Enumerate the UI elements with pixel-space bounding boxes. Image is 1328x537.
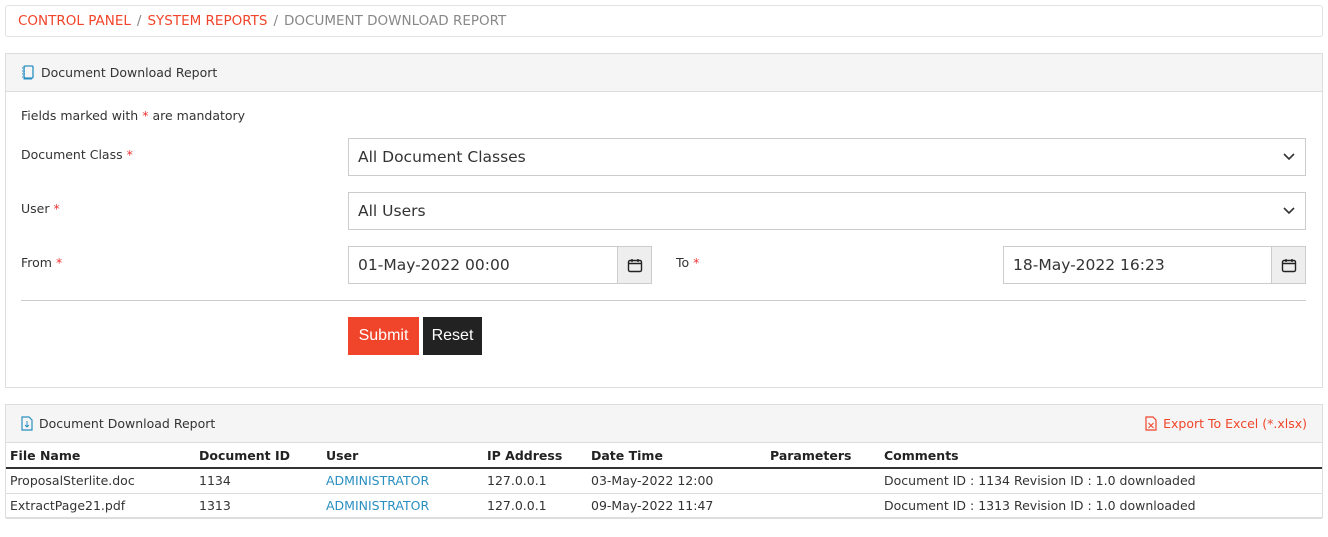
export-excel-link[interactable]: Export To Excel (*.xlsx) bbox=[1145, 416, 1307, 431]
column-comments: Comments bbox=[880, 443, 1322, 469]
form-divider bbox=[21, 300, 1306, 301]
label-text: Document Class bbox=[21, 147, 123, 162]
column-parameters: Parameters bbox=[766, 443, 880, 469]
calendar-icon bbox=[627, 258, 642, 272]
required-star: * bbox=[126, 147, 133, 162]
from-date-field[interactable]: 01-May-2022 00:00 bbox=[348, 246, 652, 284]
from-date-value: 01-May-2022 00:00 bbox=[358, 256, 510, 274]
file-download-icon bbox=[21, 416, 33, 431]
chevron-down-icon bbox=[1283, 153, 1295, 161]
cell-document-id: 1313 bbox=[195, 493, 322, 519]
from-calendar-button[interactable] bbox=[617, 247, 651, 283]
required-star: * bbox=[55, 255, 63, 270]
label-text: User bbox=[21, 201, 50, 216]
document-class-label: Document Class * bbox=[21, 147, 133, 162]
label-text: From bbox=[21, 255, 52, 270]
label-text: To bbox=[676, 255, 690, 270]
cell-file-name: ProposalSterlite.doc bbox=[6, 468, 195, 494]
cell-parameters bbox=[766, 493, 880, 519]
chevron-down-icon bbox=[1283, 207, 1295, 215]
cell-date-time: 09-May-2022 11:47 bbox=[587, 493, 766, 519]
notebook-icon bbox=[22, 65, 34, 80]
reset-button[interactable]: Reset bbox=[423, 317, 482, 355]
form-panel-header: Document Download Report bbox=[6, 54, 1322, 92]
results-panel-title: Document Download Report bbox=[39, 416, 216, 431]
note-text: Fields marked with bbox=[21, 108, 139, 123]
to-date-value: 18-May-2022 16:23 bbox=[1013, 256, 1165, 274]
to-calendar-button[interactable] bbox=[1271, 247, 1305, 283]
select-value: All Document Classes bbox=[358, 148, 526, 166]
user-select[interactable]: All Users bbox=[348, 192, 1306, 230]
results-title-group: Document Download Report bbox=[21, 416, 215, 431]
results-table: File Name Document ID User IP Address Da… bbox=[6, 443, 1322, 519]
breadcrumb-separator: / bbox=[136, 13, 142, 29]
user-label: User * bbox=[21, 201, 60, 216]
breadcrumb-control-panel[interactable]: CONTROL PANEL bbox=[18, 13, 131, 29]
column-file-name: File Name bbox=[6, 443, 195, 469]
results-panel-header: Document Download Report Export To Excel… bbox=[6, 405, 1322, 443]
document-class-select[interactable]: All Document Classes bbox=[348, 138, 1306, 176]
required-star: * bbox=[53, 201, 60, 216]
cell-document-id: 1134 bbox=[195, 468, 322, 494]
cell-comments: Document ID : 1313 Revision ID : 1.0 dow… bbox=[880, 493, 1322, 519]
form-panel-title: Document Download Report bbox=[41, 65, 218, 80]
cell-user-link[interactable]: ADMINISTRATOR bbox=[322, 468, 483, 494]
table-row: ExtractPage21.pdf 1313 ADMINISTRATOR 127… bbox=[6, 493, 1322, 519]
submit-button[interactable]: Submit bbox=[348, 317, 419, 355]
excel-file-icon bbox=[1145, 416, 1157, 431]
cell-parameters bbox=[766, 468, 880, 494]
results-panel: Document Download Report Export To Excel… bbox=[5, 404, 1323, 519]
required-star: * bbox=[142, 108, 149, 123]
from-label: From * bbox=[21, 255, 62, 270]
cell-comments: Document ID : 1134 Revision ID : 1.0 dow… bbox=[880, 468, 1322, 494]
note-text: are mandatory bbox=[152, 108, 246, 123]
calendar-icon bbox=[1281, 258, 1296, 272]
breadcrumb-current: DOCUMENT DOWNLOAD REPORT bbox=[284, 13, 507, 29]
breadcrumb: CONTROL PANEL / SYSTEM REPORTS / DOCUMENT DO… bbox=[5, 5, 1323, 37]
column-user: User bbox=[322, 443, 483, 469]
table-header-row: File Name Document ID User IP Address Da… bbox=[6, 443, 1322, 469]
required-star: * bbox=[693, 255, 700, 270]
cell-ip: 127.0.0.1 bbox=[483, 493, 587, 519]
table-row: ProposalSterlite.doc 1134 ADMINISTRATOR … bbox=[6, 468, 1322, 494]
cell-user-link[interactable]: ADMINISTRATOR bbox=[322, 493, 483, 519]
cell-ip: 127.0.0.1 bbox=[483, 468, 587, 494]
breadcrumb-separator: / bbox=[273, 13, 279, 29]
to-label: To * bbox=[676, 255, 699, 270]
to-date-field[interactable]: 18-May-2022 16:23 bbox=[1003, 246, 1306, 284]
column-document-id: Document ID bbox=[195, 443, 322, 469]
export-label: Export To Excel (*.xlsx) bbox=[1163, 416, 1307, 431]
select-value: All Users bbox=[358, 202, 426, 220]
column-date-time: Date Time bbox=[587, 443, 766, 469]
cell-file-name: ExtractPage21.pdf bbox=[6, 493, 195, 519]
mandatory-note: Fields marked with * are mandatory bbox=[21, 108, 245, 123]
cell-date-time: 03-May-2022 12:00 bbox=[587, 468, 766, 494]
breadcrumb-system-reports[interactable]: SYSTEM REPORTS bbox=[147, 13, 267, 29]
column-ip-address: IP Address bbox=[483, 443, 587, 469]
